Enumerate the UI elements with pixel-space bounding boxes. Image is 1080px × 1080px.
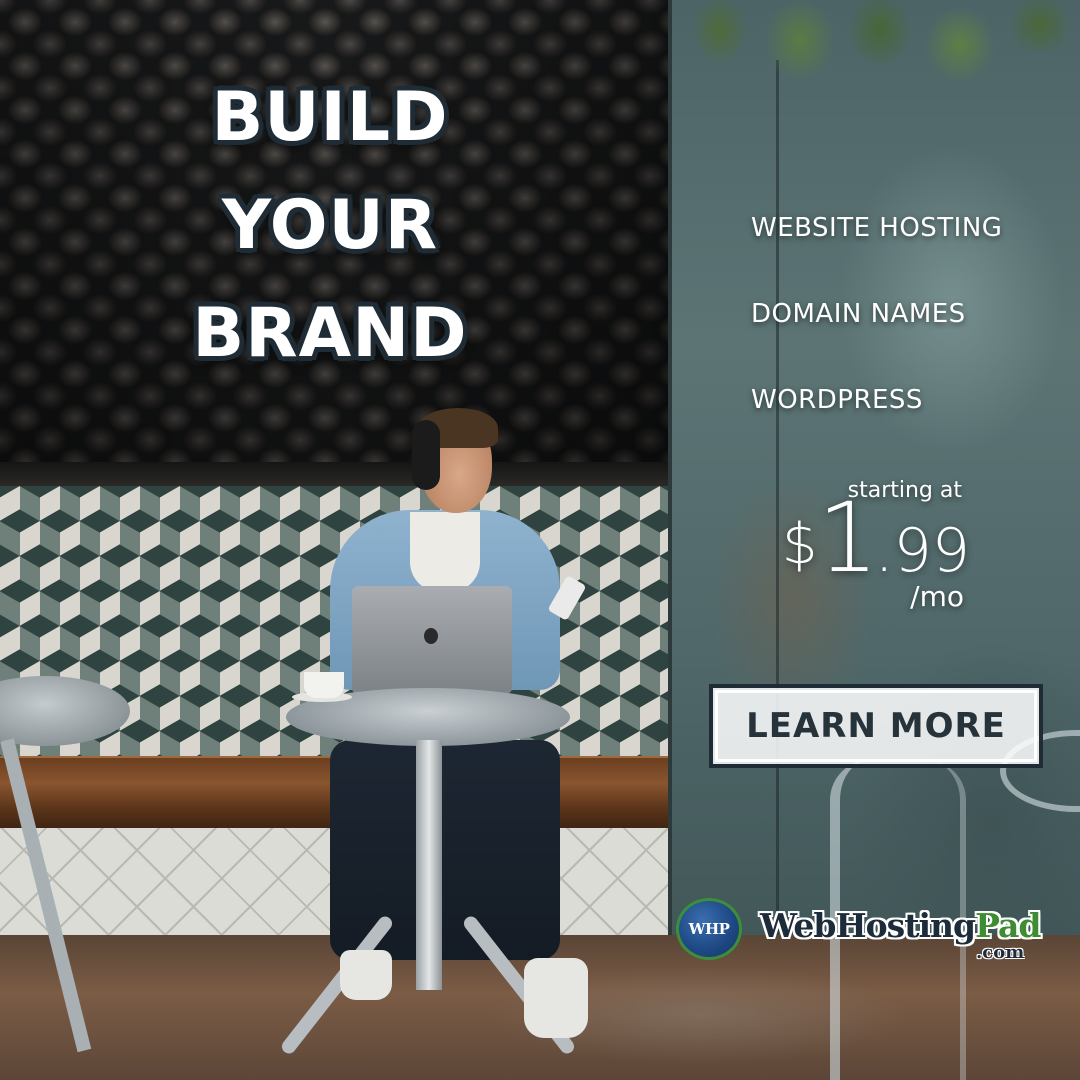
brand-domain: .com xyxy=(976,942,1025,963)
coffee-cup-icon xyxy=(304,672,344,698)
cafe-table-post xyxy=(416,740,442,990)
brand-logo[interactable]: WHP WebHostingPad .com xyxy=(676,898,1056,970)
learn-more-label: LEARN MORE xyxy=(746,706,1006,746)
wall-ledge xyxy=(0,462,670,486)
brand-name-primary: WebHosting xyxy=(760,906,976,945)
person-legs xyxy=(330,740,560,960)
headline-line: BRAND xyxy=(192,294,468,373)
learn-more-button[interactable]: LEARN MORE xyxy=(709,684,1043,768)
price: $1.99 xyxy=(730,482,970,594)
price-dollars: 1 xyxy=(817,482,879,594)
whp-badge-icon: WHP xyxy=(676,898,742,960)
price-period: /mo xyxy=(910,580,964,613)
person-tshirt xyxy=(410,512,480,592)
person-shoe-right xyxy=(524,958,588,1038)
brand-name-accent: Pad xyxy=(975,906,1041,945)
price-currency: $ xyxy=(781,512,818,577)
feature-item: WEBSITE HOSTING xyxy=(751,213,1003,243)
headline-line: YOUR xyxy=(221,186,439,265)
headline: BUILD YOUR BRAND xyxy=(160,64,500,388)
brand-name: WebHostingPad xyxy=(760,906,1041,945)
hanging-foliage xyxy=(690,0,1080,110)
hosting-ad-banner: BUILD YOUR BRAND WEBSITE HOSTING DOMAIN … xyxy=(0,0,1080,1080)
feature-list: WEBSITE HOSTING DOMAIN NAMES WORDPRESS xyxy=(751,208,1071,466)
person-shoe-left xyxy=(340,950,392,1000)
laptop-logo xyxy=(424,628,438,644)
headphones-icon xyxy=(412,420,440,490)
badge-text: WHP xyxy=(688,920,730,938)
price-cents: .99 xyxy=(874,516,970,586)
feature-item: WORDPRESS xyxy=(751,385,923,415)
headline-line: BUILD xyxy=(211,78,449,157)
feature-item: DOMAIN NAMES xyxy=(751,299,966,329)
